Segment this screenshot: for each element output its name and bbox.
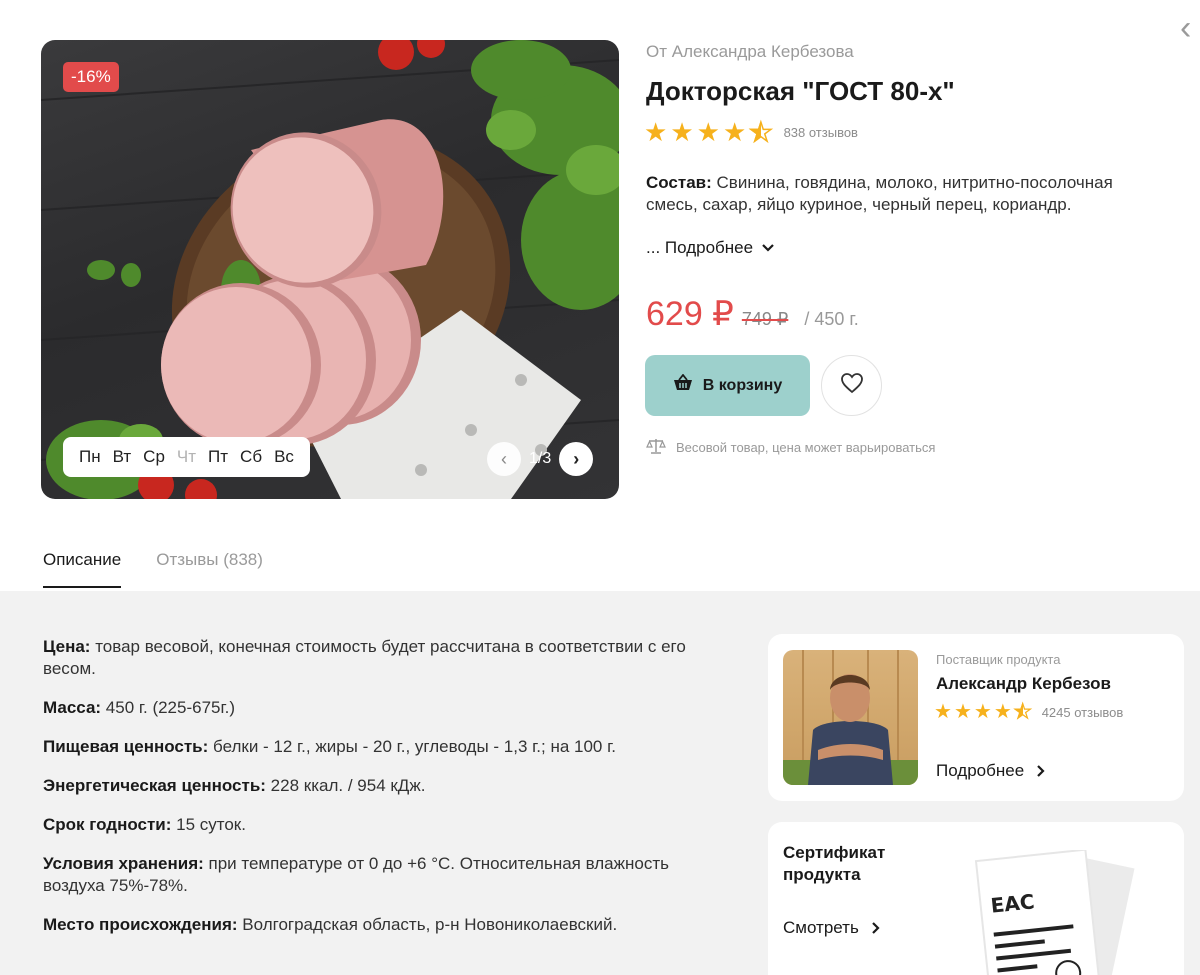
supplier-name: Александр Кербезов: [936, 674, 1111, 693]
supplier-label: Поставщик продукта: [936, 652, 1061, 667]
chevron-down-icon: [761, 240, 775, 256]
delivery-days: Пн Вт Ср Чт Пт Сб Вс: [63, 437, 310, 477]
basket-icon: [673, 373, 693, 397]
certificate-title: Сертификат продукта: [783, 843, 886, 884]
desc-energy: Энергетическая ценность: 228 ккал. / 954…: [43, 775, 693, 797]
price-old: 749 ₽: [741, 309, 789, 329]
desc-text: белки - 12 г., жиры - 20 г., углеводы - …: [208, 737, 616, 756]
desc-label: Место происхождения:: [43, 915, 238, 934]
desc-label: Пищевая ценность:: [43, 737, 209, 756]
star-icon: ★: [953, 701, 972, 723]
tab-reviews[interactable]: Отзывы (838): [156, 550, 263, 588]
composition-text: Свинина, говядина, молоко, нитритно-посо…: [646, 173, 1113, 214]
close-icon[interactable]: ‹: [1180, 8, 1200, 48]
star-icon: ★: [973, 701, 992, 723]
desc-text: 228 ккал. / 954 кДж.: [265, 776, 426, 795]
desc-label: Срок годности:: [43, 815, 172, 834]
price-row: 629 ₽ 749 ₽ / 450 г.: [646, 294, 859, 334]
desc-label: Условия хранения:: [43, 854, 204, 873]
desc-storage: Условия хранения: при температуре от 0 д…: [43, 853, 693, 897]
day-sat: Сб: [240, 447, 263, 466]
day-sun: Вс: [274, 447, 294, 466]
certificate-view-label: Смотреть: [783, 918, 859, 937]
star-icon: ★: [993, 701, 1012, 723]
star-icon: ★: [696, 117, 720, 147]
supplier-avatar: [783, 650, 918, 785]
product-description: Цена: товар весовой, конечная стоимость …: [43, 636, 693, 953]
day-wed: Ср: [143, 447, 165, 466]
desc-label: Энергетическая ценность:: [43, 776, 266, 795]
star-half-icon: ★: [1013, 700, 1032, 723]
price-current: 629 ₽: [646, 295, 734, 333]
product-rating[interactable]: ★ ★ ★ ★ ★ 838 отзывов: [644, 117, 858, 147]
chevron-right-icon: ›: [573, 448, 580, 469]
product-image-gallery[interactable]: -16% Пн Вт Ср Чт Пт Сб Вс ‹ 1/3 ›: [41, 40, 619, 499]
chevron-right-icon: [872, 922, 880, 934]
product-reviews-count: 838 отзывов: [783, 124, 858, 140]
desc-origin: Место происхождения: Волгоградская облас…: [43, 914, 693, 936]
certificate-document-icon: EAC: [974, 850, 1135, 975]
desc-nutrition: Пищевая ценность: белки - 12 г., жиры - …: [43, 736, 693, 758]
add-to-cart-label: В корзину: [702, 376, 783, 394]
product-photo: [41, 40, 619, 499]
heart-icon: [840, 372, 864, 399]
discount-badge: -16%: [63, 62, 119, 92]
desc-text: 15 суток.: [171, 815, 246, 834]
certificate-card[interactable]: Сертификат продукта Смотреть EAC: [768, 822, 1184, 975]
star-icon: ★: [670, 117, 694, 147]
star-half-icon: ★: [748, 117, 773, 147]
certificate-view-link[interactable]: Смотреть: [783, 918, 881, 938]
scales-icon: [646, 438, 666, 457]
chevron-right-icon: [1037, 765, 1045, 777]
tab-description[interactable]: Описание: [43, 550, 122, 588]
chevron-left-icon: ‹: [501, 448, 507, 469]
desc-text: товар весовой, конечная стоимость будет …: [43, 637, 686, 678]
favorite-button[interactable]: [821, 355, 882, 416]
price-unit: / 450 г.: [804, 309, 859, 329]
day-tue: Вт: [112, 447, 132, 466]
weight-note: Весовой товар, цена может варьироваться: [646, 438, 935, 457]
image-next-button[interactable]: ›: [559, 442, 594, 476]
image-prev-button[interactable]: ‹: [487, 442, 521, 476]
desc-mass: Масса: 450 г. (225-675г.): [43, 697, 693, 719]
star-icon: ★: [644, 117, 668, 147]
add-to-cart-button[interactable]: В корзину: [645, 355, 810, 416]
weight-note-text: Весовой товар, цена может варьироваться: [676, 440, 936, 455]
day-thu: Чт: [176, 447, 197, 466]
star-icon: ★: [934, 701, 952, 723]
more-link-label: ... Подробнее: [646, 238, 754, 257]
product-tabs: Описание Отзывы (838): [43, 550, 263, 588]
image-navigation: ‹ 1/3 ›: [487, 442, 594, 476]
day-fri: Пт: [208, 447, 229, 466]
desc-price: Цена: товар весовой, конечная стоимость …: [43, 636, 693, 680]
desc-text: Волгоградская область, р-н Новониколаевс…: [237, 915, 618, 934]
day-mon: Пн: [79, 447, 101, 466]
supplier-more-label: Подробнее: [936, 761, 1025, 780]
image-counter: 1/3: [529, 450, 552, 467]
supplier-card[interactable]: Поставщик продукта Александр Кербезов ★ …: [768, 634, 1184, 801]
product-supplier-line[interactable]: От Александра Кербезова: [646, 42, 854, 62]
eac-mark: EAC: [989, 889, 1035, 917]
desc-shelf-life: Срок годности: 15 суток.: [43, 814, 693, 836]
product-composition: Состав: Свинина, говядина, молоко, нитри…: [646, 172, 1166, 216]
desc-label: Цена:: [43, 637, 91, 656]
star-icon: ★: [722, 117, 747, 147]
composition-more-link[interactable]: ... Подробнее: [646, 238, 775, 258]
desc-label: Масса:: [43, 698, 102, 717]
composition-label: Состав:: [646, 173, 712, 192]
desc-text: 450 г. (225-675г.): [101, 698, 236, 717]
supplier-more-link[interactable]: Подробнее: [936, 761, 1046, 781]
product-title: Докторская "ГОСТ 80-х": [646, 76, 955, 106]
supplier-rating: ★ ★ ★ ★ ★ 4245 отзывов: [934, 700, 1123, 724]
supplier-reviews-count: 4245 отзывов: [1041, 704, 1124, 720]
